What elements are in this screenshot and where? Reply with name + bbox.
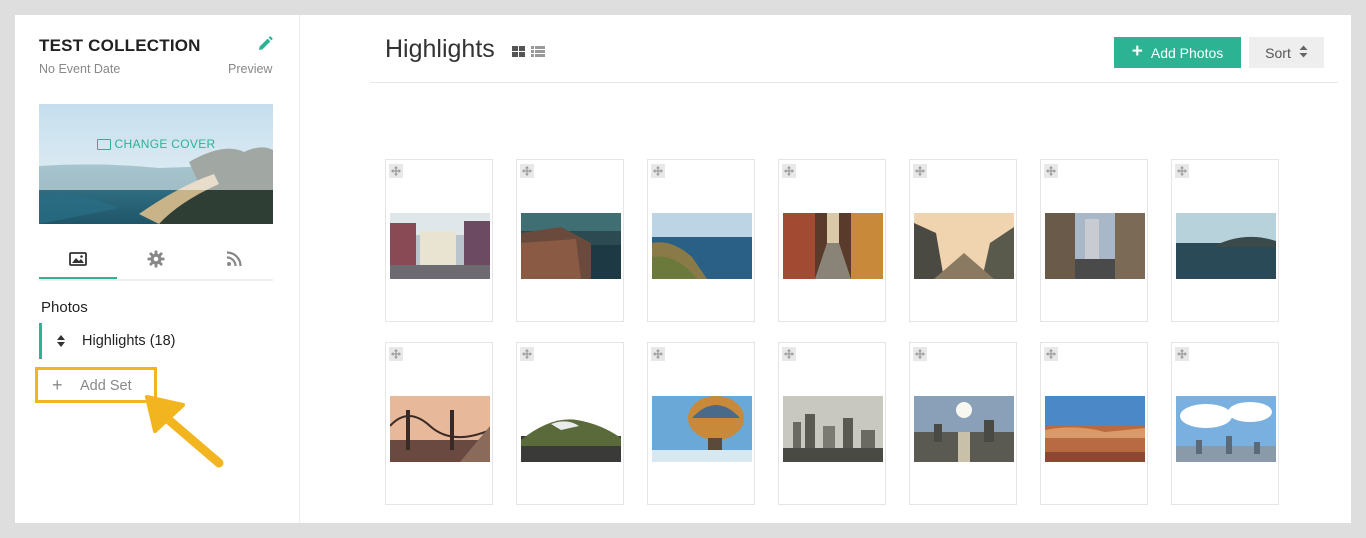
tab-photos[interactable]	[39, 241, 117, 279]
event-date: No Event Date	[39, 62, 121, 76]
drag-handle-icon[interactable]	[1044, 347, 1058, 361]
image-icon	[96, 138, 111, 150]
photo-card[interactable]	[516, 159, 624, 322]
set-label: Highlights (18)	[82, 333, 176, 349]
drag-handle-icon[interactable]	[520, 164, 534, 178]
add-set-label: Add Set	[80, 378, 132, 394]
photo-thumbnail[interactable]	[783, 396, 883, 462]
set-item-highlights[interactable]: Highlights (18)	[39, 323, 276, 359]
grid-view-icon	[512, 46, 525, 57]
drag-handle-icon[interactable]	[782, 164, 796, 178]
photo-thumbnail[interactable]	[1176, 396, 1276, 462]
photo-thumbnail[interactable]	[1045, 213, 1145, 279]
photo-card[interactable]	[647, 342, 755, 505]
drag-handle-icon[interactable]	[389, 347, 403, 361]
photo-thumbnail[interactable]	[783, 213, 883, 279]
change-cover-button[interactable]: CHANGE COVER	[39, 104, 273, 204]
app-frame: TEST COLLECTION No Event Date Preview CH…	[15, 15, 1351, 523]
sort-label: Sort	[1265, 44, 1291, 61]
photo-thumbnail[interactable]	[521, 213, 621, 279]
photo-thumbnail[interactable]	[914, 396, 1014, 462]
drag-handle-icon[interactable]	[913, 164, 927, 178]
gear-icon	[147, 250, 165, 268]
drag-handle-icon[interactable]	[782, 347, 796, 361]
drag-handle-icon[interactable]	[651, 347, 665, 361]
photo-card[interactable]	[1040, 159, 1148, 322]
plus-icon: +	[52, 375, 63, 395]
photo-card[interactable]	[909, 342, 1017, 505]
collection-title: TEST COLLECTION	[39, 36, 201, 55]
photo-thumbnail[interactable]	[914, 213, 1014, 279]
preview-link[interactable]: Preview	[228, 62, 272, 76]
photo-card[interactable]	[1171, 342, 1279, 505]
callout-arrow-icon	[143, 391, 227, 476]
photo-card[interactable]	[1171, 159, 1279, 322]
view-toggle[interactable]	[512, 45, 548, 64]
tab-rss[interactable]	[195, 241, 273, 277]
pencil-icon[interactable]	[256, 35, 274, 53]
photo-card[interactable]	[647, 159, 755, 322]
sidebar: TEST COLLECTION No Event Date Preview CH…	[15, 15, 300, 523]
tab-settings[interactable]	[117, 241, 195, 277]
photos-heading: Photos	[41, 299, 88, 316]
drag-handle-icon[interactable]	[1175, 164, 1189, 178]
photo-thumbnail[interactable]	[652, 396, 752, 462]
photo-card[interactable]	[385, 342, 493, 505]
photo-card[interactable]	[778, 159, 886, 322]
rss-icon	[226, 251, 242, 267]
photo-thumbnail[interactable]	[652, 213, 752, 279]
photo-thumbnail[interactable]	[390, 396, 490, 462]
image-icon	[69, 252, 87, 266]
drag-handle-icon[interactable]	[913, 347, 927, 361]
sort-handle-icon[interactable]	[56, 334, 66, 353]
photo-thumbnail[interactable]	[521, 396, 621, 462]
add-photos-button[interactable]: + Add Photos	[1114, 37, 1241, 68]
add-set-button[interactable]: + Add Set	[35, 367, 157, 403]
photo-card[interactable]	[1040, 342, 1148, 505]
photo-thumbnail[interactable]	[390, 213, 490, 279]
sidebar-tabs	[39, 241, 273, 281]
plus-icon: +	[1131, 40, 1143, 62]
drag-handle-icon[interactable]	[1175, 347, 1189, 361]
header-divider	[370, 82, 1338, 83]
page-title: Highlights	[385, 35, 495, 63]
drag-handle-icon[interactable]	[389, 164, 403, 178]
photo-thumbnail[interactable]	[1045, 396, 1145, 462]
sort-button[interactable]: Sort	[1249, 37, 1324, 68]
add-photos-label: Add Photos	[1150, 44, 1224, 61]
sort-caret-icon	[1299, 45, 1308, 61]
list-view-icon	[531, 46, 545, 57]
photo-card[interactable]	[778, 342, 886, 505]
drag-handle-icon[interactable]	[651, 164, 665, 178]
photo-card[interactable]	[385, 159, 493, 322]
drag-handle-icon[interactable]	[1044, 164, 1058, 178]
change-cover-label: CHANGE COVER	[114, 137, 216, 151]
photo-thumbnail[interactable]	[1176, 213, 1276, 279]
drag-handle-icon[interactable]	[520, 347, 534, 361]
cover-image[interactable]: CHANGE COVER	[39, 104, 273, 224]
photo-card[interactable]	[516, 342, 624, 505]
photo-card[interactable]	[909, 159, 1017, 322]
